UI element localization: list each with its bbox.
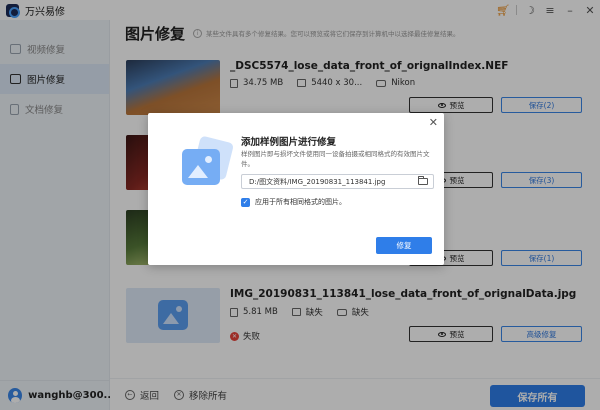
sample-image-illustration-icon	[178, 135, 235, 191]
checkbox-label: 应用于所有相同格式的图片。	[255, 198, 346, 206]
sample-image-dialog: ✕ 添加样例图片进行修复 样例图片即与损坏文件使用同一设备拍摄或相同格式的有效图…	[148, 113, 444, 265]
apply-all-checkbox-row[interactable]: ✓ 应用于所有相同格式的图片。	[241, 197, 346, 207]
dialog-description: 样例图片即与损坏文件使用同一设备拍摄或相同格式的有效图片文件。	[241, 150, 430, 168]
sample-path-value: D:/图文资料/IMG_20190831_113841.jpg	[249, 177, 386, 186]
close-icon[interactable]: ✕	[429, 116, 438, 129]
repair-button[interactable]: 修复	[376, 237, 432, 254]
apply-all-checkbox[interactable]: ✓	[241, 197, 250, 207]
dialog-title: 添加样例图片进行修复	[241, 137, 337, 148]
folder-icon[interactable]	[418, 176, 428, 185]
sample-path-input[interactable]: D:/图文资料/IMG_20190831_113841.jpg	[241, 174, 434, 189]
